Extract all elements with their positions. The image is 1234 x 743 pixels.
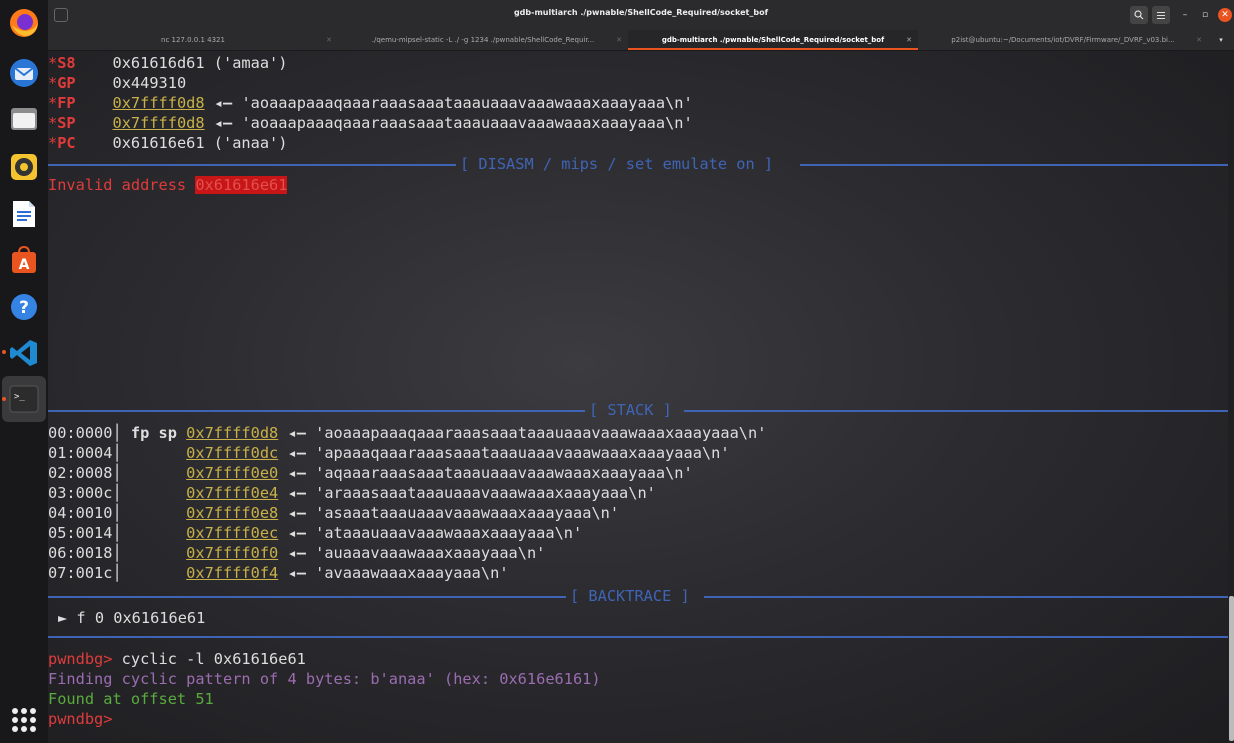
- firefox-icon[interactable]: [7, 6, 41, 40]
- tab-label: gdb-multiarch ./pwnable/ShellCode_Requir…: [661, 36, 885, 44]
- address-link[interactable]: 0x7ffff0e0: [186, 464, 278, 482]
- tab-label: p2ist@ubuntu:~/Documents/iot/DVRF/Firmwa…: [951, 36, 1175, 44]
- backtrace-frame: ► f 0 0x61616e61: [58, 609, 206, 627]
- help-icon[interactable]: ?: [7, 290, 41, 324]
- stack-row: 07:001c│ 0x7ffff0f4 ◂— 'avaaawaaaxaaayaa…: [48, 564, 509, 582]
- stack-row: 03:000c│ 0x7ffff0e4 ◂— 'araaasaaataaauaa…: [48, 484, 656, 502]
- register-pc: *PC 0x61616e61 ('anaa'): [48, 134, 288, 152]
- address-link[interactable]: 0x7ffff0d8: [112, 114, 204, 132]
- tab-close-icon[interactable]: ✕: [616, 36, 622, 44]
- address-link[interactable]: 0x7ffff0d8: [112, 94, 204, 112]
- files-icon[interactable]: [7, 102, 41, 136]
- rhythmbox-icon[interactable]: [7, 150, 41, 184]
- libreoffice-writer-icon[interactable]: [7, 197, 41, 231]
- address-link[interactable]: 0x7ffff0e4: [186, 484, 278, 502]
- vscode-icon[interactable]: [7, 336, 41, 370]
- command-line: pwndbg> cyclic -l 0x61616e61: [48, 649, 1228, 669]
- address-link[interactable]: 0x7ffff0ec: [186, 524, 278, 542]
- terminal-icon[interactable]: >_: [7, 382, 41, 416]
- prompt: pwndbg>: [48, 710, 113, 728]
- address-link[interactable]: 0x7ffff0dc: [186, 444, 278, 462]
- stack-row: 02:0008│ 0x7ffff0e0 ◂— 'aqaaaraaasaaataa…: [48, 464, 693, 482]
- backtrace-separator: [ BACKTRACE ]: [48, 587, 1228, 605]
- tab-shell[interactable]: p2ist@ubuntu:~/Documents/iot/DVRF/Firmwa…: [918, 30, 1208, 50]
- running-indicator: [2, 350, 6, 354]
- found-line: Found at offset 51: [48, 690, 214, 708]
- svg-text:?: ?: [19, 298, 29, 318]
- backtrace-end-separator: [48, 636, 1228, 638]
- address-link[interactable]: 0x7ffff0e8: [186, 504, 278, 522]
- svg-text:>_: >_: [14, 392, 25, 402]
- invalid-address-value: 0x61616e61: [195, 176, 288, 194]
- terminal-output[interactable]: *S8 0x61616d61 ('amaa') *GP 0x449310 *FP…: [48, 51, 1228, 743]
- show-applications-icon[interactable]: [10, 706, 38, 734]
- stack-row: 01:0004│ 0x7ffff0dc ◂— 'apaaaqaaaraaasaa…: [48, 444, 730, 462]
- window-title: gdb-multiarch ./pwnable/ShellCode_Requir…: [513, 8, 769, 17]
- prompt: pwndbg>: [48, 650, 113, 668]
- thunderbird-icon[interactable]: [7, 56, 41, 90]
- backtrace-header: [ BACKTRACE ]: [570, 587, 690, 605]
- tab-qemu[interactable]: ./qemu-mipsel-static -L ./ -g 1234 ./pwn…: [338, 30, 628, 50]
- svg-text:A: A: [19, 257, 30, 273]
- tab-label: nc 127.0.0.1 4321: [161, 36, 225, 44]
- tab-overflow-menu-icon[interactable]: ▾: [1208, 30, 1234, 50]
- dock: A ? >_: [0, 0, 48, 743]
- register-gp: *GP 0x449310: [48, 74, 187, 92]
- command-text: cyclic -l 0x61616e61: [112, 650, 306, 668]
- finding-line: Finding cyclic pattern of 4 bytes: b'ana…: [48, 670, 601, 688]
- software-center-icon[interactable]: A: [7, 243, 41, 277]
- address-link[interactable]: 0x7ffff0f4: [186, 564, 278, 582]
- terminal-scrollbar[interactable]: [1229, 596, 1234, 741]
- disasm-header: [ DISASM / mips / set emulate on ]: [460, 155, 774, 173]
- search-icon[interactable]: [1130, 6, 1148, 24]
- register-sp: *SP 0x7ffff0d8 ◂— 'aoaaapaaaqaaaraaasaaa…: [48, 114, 693, 132]
- disasm-separator: [ DISASM / mips / set emulate on ]: [48, 155, 1228, 173]
- stack-row: 05:0014│ 0x7ffff0ec ◂— 'ataaauaaavaaawaa…: [48, 524, 583, 542]
- tab-bar: nc 127.0.0.1 4321 ✕ ./qemu-mipsel-static…: [48, 30, 1234, 51]
- window-titlebar: gdb-multiarch ./pwnable/ShellCode_Requir…: [48, 0, 1234, 30]
- invalid-address-line: Invalid address 0x61616e61: [48, 176, 288, 194]
- stack-separator: [ STACK ]: [48, 401, 1228, 419]
- address-link[interactable]: 0x7ffff0f0: [186, 544, 278, 562]
- hamburger-menu-icon[interactable]: [1152, 6, 1170, 24]
- stack-header: [ STACK ]: [589, 401, 672, 419]
- address-link[interactable]: 0x7ffff0d8: [186, 424, 278, 442]
- register-fp: *FP 0x7ffff0d8 ◂— 'aoaaapaaaqaaaraaasaaa…: [48, 94, 693, 112]
- tab-close-icon[interactable]: ✕: [1196, 36, 1202, 44]
- running-indicator: [2, 397, 6, 401]
- tab-close-icon[interactable]: ✕: [326, 36, 332, 44]
- input-line[interactable]: pwndbg>: [48, 709, 1228, 729]
- tab-label: ./qemu-mipsel-static -L ./ -g 1234 ./pwn…: [371, 36, 595, 44]
- tab-nc[interactable]: nc 127.0.0.1 4321 ✕: [48, 30, 338, 50]
- tab-close-icon[interactable]: ✕: [906, 36, 912, 44]
- tab-gdb[interactable]: gdb-multiarch ./pwnable/ShellCode_Requir…: [628, 30, 918, 50]
- stack-row: 00:0000│ fp sp 0x7ffff0d8 ◂— 'aoaaapaaaq…: [48, 424, 767, 442]
- stack-row: 04:0010│ 0x7ffff0e8 ◂— 'asaaataaauaaavaa…: [48, 504, 620, 522]
- maximize-icon[interactable]: ▫: [1196, 6, 1214, 24]
- close-icon[interactable]: ✕: [1218, 8, 1232, 22]
- minimize-icon[interactable]: –: [1176, 6, 1194, 24]
- register-s8: *S8 0x61616d61 ('amaa'): [48, 54, 288, 72]
- stack-row: 06:0018│ 0x7ffff0f0 ◂— 'auaaavaaawaaaxaa…: [48, 544, 546, 562]
